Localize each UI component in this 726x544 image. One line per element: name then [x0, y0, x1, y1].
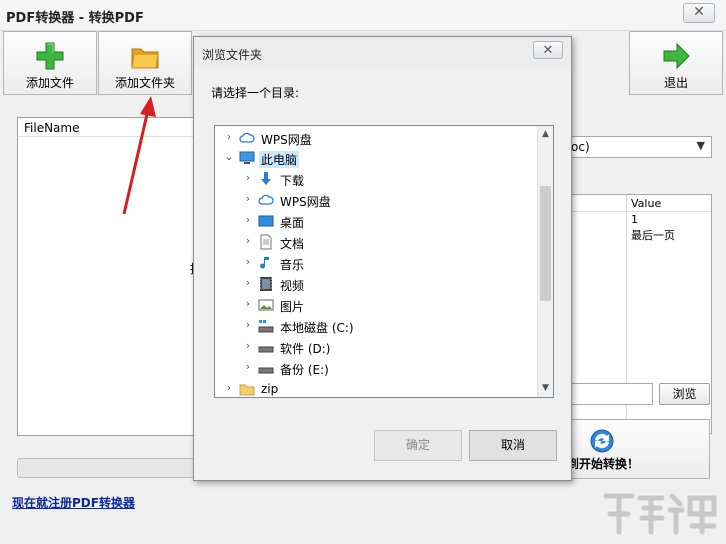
file-list-header: FileName	[18, 118, 198, 137]
download-icon	[261, 172, 271, 185]
main-title-bar: PDF转换器 - 转换PDF ✕	[0, 0, 726, 31]
filename-column-header: FileName	[24, 121, 80, 135]
tree-item-label: 桌面	[280, 216, 305, 230]
watermark-logo-icon	[603, 493, 717, 535]
register-link[interactable]: 现在就注册PDF转换器	[12, 494, 135, 511]
tree-item-label: WPS网盘	[280, 195, 331, 209]
output-format-value: oc)	[571, 140, 590, 154]
tree-scrollbar[interactable]: ▲ ▼	[537, 126, 553, 397]
dialog-prompt: 请选择一个目录:	[211, 86, 300, 100]
drive-icon	[258, 367, 274, 374]
scroll-down-icon[interactable]: ▼	[538, 380, 553, 397]
chevron-right-icon: ›	[245, 171, 251, 184]
system-drive-icon	[258, 320, 274, 333]
exit-label: 退出	[663, 76, 688, 90]
scroll-thumb[interactable]	[540, 186, 551, 301]
property-value: 1	[631, 213, 638, 226]
tree-item-label: 此电脑	[259, 151, 300, 168]
chevron-right-icon: ›	[245, 255, 251, 268]
dialog-close-button[interactable]: ✕	[533, 41, 563, 59]
folder-icon	[239, 384, 255, 396]
window-close-button[interactable]: ✕	[683, 3, 715, 23]
tree-item-label: WPS网盘	[261, 133, 312, 147]
start-convert-label: 到开始转换！	[567, 457, 640, 471]
cloud-icon	[239, 132, 255, 143]
computer-icon	[239, 151, 255, 164]
tree-item-label: 图片	[280, 300, 305, 314]
annotation-arrow-icon	[122, 96, 156, 215]
cancel-button[interactable]: 取消	[469, 430, 557, 461]
chevron-right-icon: ›	[245, 234, 251, 247]
video-icon	[260, 277, 272, 291]
add-folder-label: 添加文件夹	[114, 76, 175, 90]
file-list[interactable]: FileName 拖	[17, 117, 202, 436]
chevron-right-icon: ›	[245, 213, 251, 226]
add-file-label: 添加文件	[25, 76, 74, 90]
tree-item-label: 软件 (D:)	[280, 342, 331, 356]
exit-button[interactable]: 退出	[629, 31, 723, 95]
chevron-down-icon: ▼	[696, 139, 705, 152]
tree-item-label: 音乐	[280, 258, 305, 272]
property-value: 最后一页	[631, 229, 675, 242]
tree-item-label: zip	[261, 382, 279, 396]
output-format-select[interactable]: oc) ▼	[566, 136, 712, 158]
convert-refresh-icon	[590, 429, 614, 453]
chevron-down-icon: ⌄	[224, 150, 234, 163]
add-file-button[interactable]: 添加文件	[3, 31, 97, 95]
tree-item-label: 文档	[280, 237, 305, 251]
tree-item-label: 视频	[280, 279, 305, 293]
ok-button[interactable]: 确定	[374, 430, 462, 461]
start-convert-button[interactable]: 到开始转换！	[566, 419, 710, 479]
value-column-header: Value	[631, 197, 662, 210]
window-title: PDF转换器 - 转换PDF	[6, 11, 144, 26]
browse-button[interactable]: 浏览	[659, 383, 710, 405]
chevron-right-icon: ›	[226, 381, 232, 394]
output-path-input[interactable]	[566, 383, 653, 405]
add-plus-icon	[36, 42, 64, 70]
scroll-up-icon[interactable]: ▲	[538, 126, 553, 143]
drive-icon	[258, 346, 274, 353]
exit-arrow-icon	[663, 42, 690, 70]
chevron-right-icon: ›	[245, 318, 251, 331]
folder-icon	[131, 48, 159, 69]
progress-bar	[17, 458, 199, 478]
tree-item-label: 备份 (E:)	[280, 363, 329, 377]
document-icon	[260, 234, 272, 250]
dialog-title: 浏览文件夹	[202, 48, 263, 62]
add-folder-button[interactable]: 添加文件夹	[98, 31, 192, 95]
tree-item-label: 本地磁盘 (C:)	[280, 321, 354, 335]
chevron-right-icon: ›	[245, 297, 251, 310]
desktop-icon	[258, 215, 274, 227]
chevron-right-icon: ›	[245, 360, 251, 373]
cloud-icon	[258, 194, 274, 205]
dialog-title-bar: 浏览文件夹 ✕	[194, 37, 571, 67]
picture-icon	[258, 299, 274, 311]
browse-folder-dialog: 浏览文件夹 ✕ 请选择一个目录: › WPS网盘 ⌄ 此电脑 › 下载 › WP…	[193, 36, 572, 481]
chevron-right-icon: ›	[245, 192, 251, 205]
music-icon	[260, 257, 269, 269]
tree-item-label: 下载	[280, 174, 305, 188]
folder-tree[interactable]: › WPS网盘 ⌄ 此电脑 › 下载 › WPS网盘 › 桌面 › 文档 › 音…	[214, 125, 554, 398]
properties-header: Value	[567, 195, 711, 212]
chevron-right-icon: ›	[245, 339, 251, 352]
chevron-right-icon: ›	[245, 276, 251, 289]
chevron-right-icon: ›	[226, 130, 232, 143]
